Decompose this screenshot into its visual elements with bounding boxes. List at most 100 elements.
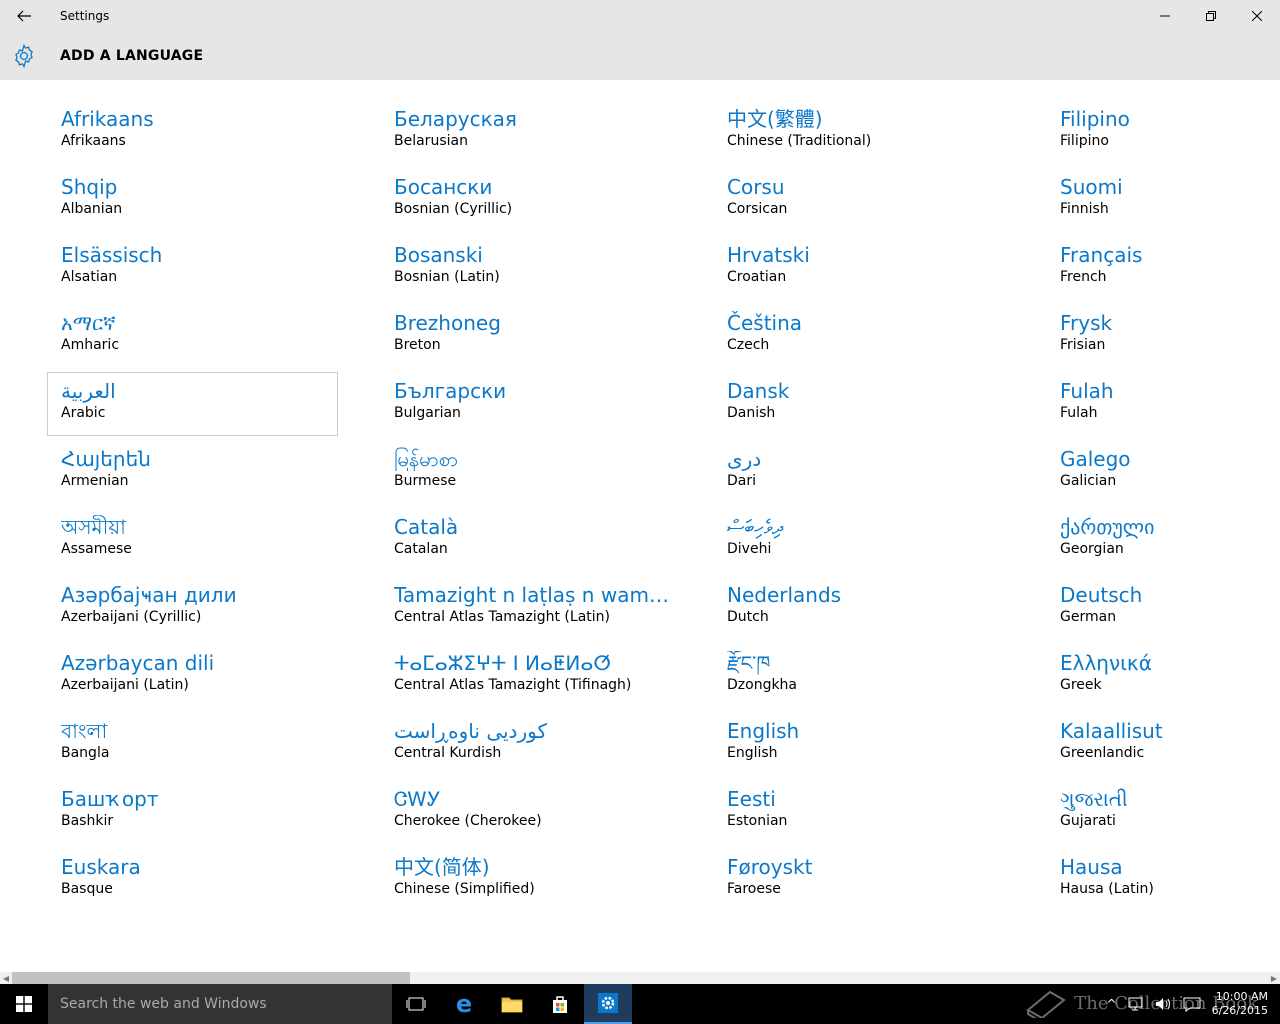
language-english-name: Bashkir xyxy=(61,813,114,829)
language-item[interactable]: Français French xyxy=(1046,236,1280,300)
notification-icon[interactable] xyxy=(1182,996,1202,1012)
language-item[interactable]: دری Dari xyxy=(713,440,1004,504)
language-native-name: ⵜⴰⵎⴰⵣⵉⵖⵜ ⵏ ⵍⴰⵟⵍⴰⵚ xyxy=(394,651,612,675)
language-item[interactable]: Deutsch German xyxy=(1046,576,1280,640)
language-item[interactable]: Corsu Corsican xyxy=(713,168,1004,232)
language-native-name: Euskara xyxy=(61,855,141,879)
language-item[interactable]: Беларуская Belarusian xyxy=(380,100,671,164)
language-english-name: Amharic xyxy=(61,337,120,353)
language-english-name: Greenlandic xyxy=(1060,745,1145,761)
language-item[interactable]: Føroyskt Faroese xyxy=(713,848,1004,912)
language-item[interactable]: Hausa Hausa (Latin) xyxy=(1046,848,1280,912)
language-item[interactable]: Азәрбајҹан дили Azerbaijani (Cyrillic) xyxy=(47,576,338,640)
language-item[interactable]: Català Catalan xyxy=(380,508,671,572)
back-button[interactable] xyxy=(0,0,48,32)
language-item[interactable]: English English xyxy=(713,712,1004,776)
language-item[interactable]: አማርኛ Amharic xyxy=(47,304,338,368)
language-item[interactable]: རྫོང་ཁ Dzongkha xyxy=(713,644,1004,708)
volume-icon[interactable] xyxy=(1154,996,1174,1012)
language-item[interactable]: Brezhoneg Breton xyxy=(380,304,671,368)
language-native-name: Brezhoneg xyxy=(394,311,501,335)
scroll-right-arrow-icon[interactable]: ▶ xyxy=(1268,972,1280,984)
language-english-name: Danish xyxy=(727,405,776,421)
language-english-name: Central Kurdish xyxy=(394,745,502,761)
language-item[interactable]: Filipino Filipino xyxy=(1046,100,1280,164)
folder-icon xyxy=(501,997,523,1013)
language-item[interactable]: 中文(繁體) Chinese (Traditional) xyxy=(713,100,1004,164)
language-item[interactable]: Fulah Fulah xyxy=(1046,372,1280,436)
language-english-name: Arabic xyxy=(61,405,106,421)
language-item[interactable]: Башҡорт Bashkir xyxy=(47,780,338,844)
language-item[interactable]: Frysk Frisian xyxy=(1046,304,1280,368)
language-item[interactable]: Հայերեն Armenian xyxy=(47,440,338,504)
file-explorer-button[interactable] xyxy=(488,984,536,1024)
store-button[interactable] xyxy=(536,984,584,1024)
language-item[interactable]: ᏣᎳᎩ Cherokee (Cherokee) xyxy=(380,780,671,844)
language-item[interactable]: অসমীয়া Assamese xyxy=(47,508,338,572)
language-native-name: 中文(繁體) xyxy=(727,107,823,131)
scroll-left-arrow-icon[interactable]: ◀ xyxy=(0,972,12,984)
language-item[interactable]: Kalaallisut Greenlandic xyxy=(1046,712,1280,776)
language-item[interactable]: Tamazight n laṭlaṣ n wamm... Central Atla… xyxy=(380,576,671,640)
language-item[interactable]: Български Bulgarian xyxy=(380,372,671,436)
language-item[interactable]: Afrikaans Afrikaans xyxy=(47,100,338,164)
language-english-name: Galician xyxy=(1060,473,1117,489)
close-button[interactable] xyxy=(1234,0,1280,32)
language-item[interactable]: Shqip Albanian xyxy=(47,168,338,232)
language-item[interactable]: Bosanski Bosnian (Latin) xyxy=(380,236,671,300)
language-english-name: English xyxy=(727,745,778,761)
edge-button[interactable]: e xyxy=(440,984,488,1024)
language-native-name: Azərbaycan dili xyxy=(61,651,215,675)
language-item[interactable]: Čeština Czech xyxy=(713,304,1004,368)
language-item[interactable]: Ελληνικά Greek xyxy=(1046,644,1280,708)
language-native-name: العربية xyxy=(61,379,116,403)
language-native-name: Français xyxy=(1060,243,1143,267)
start-button[interactable] xyxy=(0,984,48,1024)
language-item[interactable]: Босански Bosnian (Cyrillic) xyxy=(380,168,671,232)
language-item[interactable]: Eesti Estonian xyxy=(713,780,1004,844)
task-view-button[interactable] xyxy=(392,984,440,1024)
language-english-name: Central Atlas Tamazight (Latin) xyxy=(394,609,610,625)
language-english-name: Albanian xyxy=(61,201,123,217)
network-icon[interactable] xyxy=(1126,996,1146,1012)
language-item[interactable]: Hrvatski Croatian xyxy=(713,236,1004,300)
language-item[interactable]: မြန်မာစာ Burmese xyxy=(380,440,671,504)
minimize-button[interactable] xyxy=(1142,0,1188,32)
language-item[interactable]: Euskara Basque xyxy=(47,848,338,912)
back-arrow-icon xyxy=(17,10,31,22)
restore-button[interactable] xyxy=(1188,0,1234,32)
language-english-name: Hausa (Latin) xyxy=(1060,881,1154,897)
language-native-name: Nederlands xyxy=(727,583,842,607)
language-english-name: Greek xyxy=(1060,677,1102,693)
language-item[interactable]: ગુજરાતી Gujarati xyxy=(1046,780,1280,844)
search-box[interactable]: Search the web and Windows xyxy=(48,984,392,1024)
language-item[interactable]: ދިވެހިބަސް Divehi xyxy=(713,508,1004,572)
language-item[interactable]: Azərbaycan dili Azerbaijani (Latin) xyxy=(47,644,338,708)
language-english-name: Dutch xyxy=(727,609,769,625)
language-native-name: Dansk xyxy=(727,379,790,403)
clock[interactable]: 10:00 AM 6/26/2015 xyxy=(1206,990,1280,1018)
horizontal-scrollbar[interactable]: ◀ ▶ xyxy=(0,972,1280,984)
language-item[interactable]: ქართული Georgian xyxy=(1046,508,1280,572)
language-item[interactable]: Galego Galician xyxy=(1046,440,1280,504)
chevron-up-icon[interactable]: ^ xyxy=(1102,997,1122,1011)
language-native-name: አማርኛ xyxy=(61,311,116,335)
settings-taskbar-button[interactable] xyxy=(584,984,632,1024)
language-item[interactable]: বাংলা Bangla xyxy=(47,712,338,776)
language-native-name: Frysk xyxy=(1060,311,1113,335)
language-item[interactable]: Elsässisch Alsatian xyxy=(47,236,338,300)
language-item[interactable]: Nederlands Dutch xyxy=(713,576,1004,640)
language-item[interactable]: العربية Arabic xyxy=(47,372,338,436)
language-item[interactable]: Dansk Danish xyxy=(713,372,1004,436)
language-native-name: Български xyxy=(394,379,507,403)
book-icon xyxy=(1026,990,1066,1018)
language-native-name: Беларуская xyxy=(394,107,517,131)
language-item[interactable]: کوردیی ناوەڕاست Central Kurdish xyxy=(380,712,671,776)
language-item[interactable]: 中文(简体) Chinese (Simplified) xyxy=(380,848,671,912)
language-native-name: Hausa xyxy=(1060,855,1123,879)
language-item[interactable]: ⵜⴰⵎⴰⵣⵉⵖⵜ ⵏ ⵍⴰⵟⵍⴰⵚ Central Atlas Tamazight… xyxy=(380,644,671,708)
language-native-name: Corsu xyxy=(727,175,785,199)
language-native-name: Filipino xyxy=(1060,107,1130,131)
language-item[interactable]: Suomi Finnish xyxy=(1046,168,1280,232)
scrollbar-thumb[interactable] xyxy=(12,972,410,984)
